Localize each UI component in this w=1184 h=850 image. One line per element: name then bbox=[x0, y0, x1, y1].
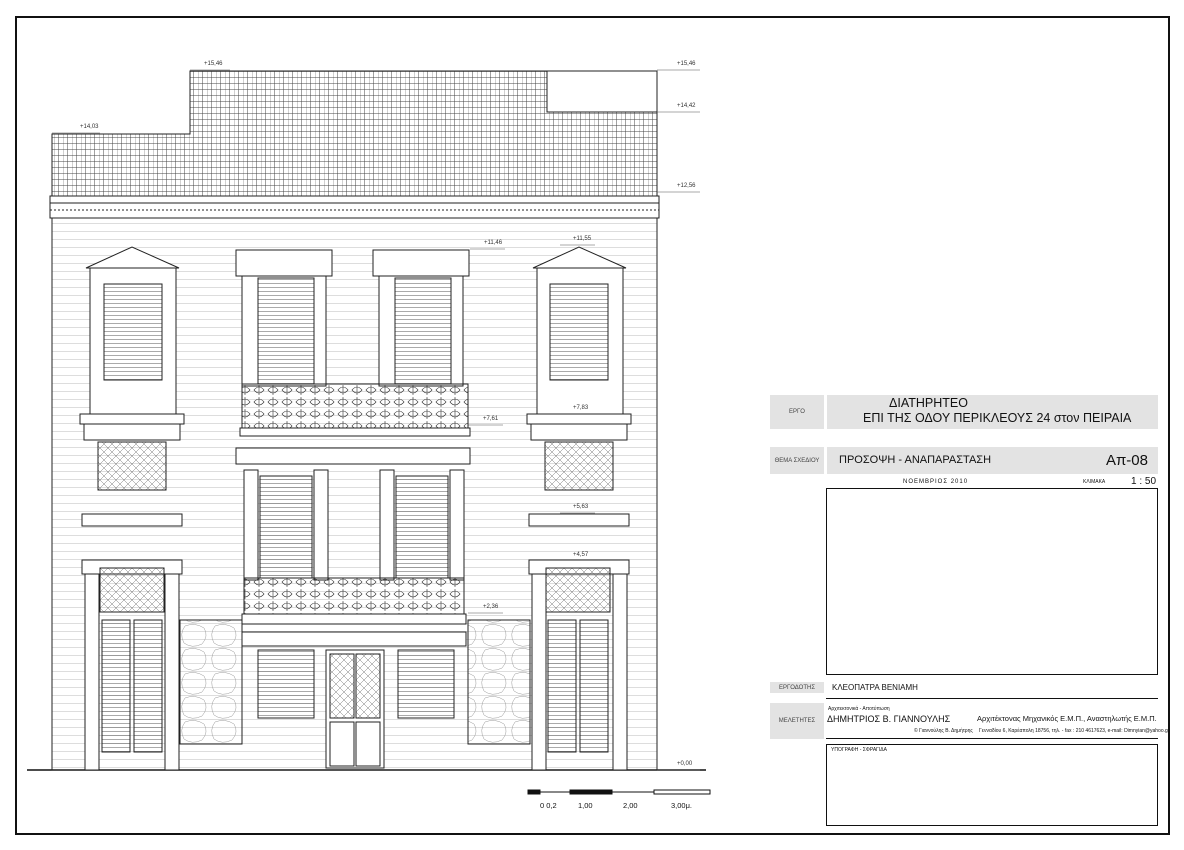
scale-value: 1 : 50 bbox=[1131, 476, 1157, 487]
divider bbox=[826, 698, 1158, 699]
elevation-label: +15,46 bbox=[677, 61, 696, 67]
scale-bar-label: 0 0,2 bbox=[540, 801, 557, 810]
elevation-label: +0,00 bbox=[677, 761, 693, 767]
elevation-label: +14,42 bbox=[677, 103, 696, 109]
project-title: ΔΙΑΤΗΡΗΤΕΟ ΕΠΙ ΤΗΣ ΟΔΟΥ ΠΕΡΙΚΛΕΟΥΣ 24 στ… bbox=[827, 395, 1158, 429]
elevation-label: +7,61 bbox=[483, 416, 499, 422]
elevation-label: +4,57 bbox=[573, 552, 589, 558]
elevation-label: +14,03 bbox=[80, 124, 99, 130]
scale-bar-label: 3,00μ. bbox=[671, 801, 693, 810]
subject-label: ΘΕΜΑ ΣΧΕΔΙΟΥ bbox=[770, 447, 824, 474]
project-label: ΕΡΓΟ bbox=[770, 395, 824, 429]
scale-bar-label: 2,00 bbox=[623, 801, 638, 810]
elevation-label: +7,83 bbox=[573, 405, 589, 411]
designer-role: Αρχιτέκτονας Μηχανικός Ε.Μ.Π., Αναστηλωτ… bbox=[977, 714, 1157, 723]
scale-bar-label: 1,00 bbox=[578, 801, 593, 810]
project-line-2: ΕΠΙ ΤΗΣ ΟΔΟΥ ΠΕΡΙΚΛΕΟΥΣ 24 στον ΠΕΙΡΑΙΑ bbox=[863, 411, 1132, 425]
owner-name: ΚΛΕΟΠΑΤΡΑ ΒΕΝΙΑΜΗ bbox=[832, 683, 918, 692]
elevation-label: +2,36 bbox=[483, 604, 499, 610]
scale-label: ΚΛΙΜΑΚΑ bbox=[1083, 479, 1106, 485]
owner-label: ΕΡΓΟΔΟΤΗΣ bbox=[770, 682, 824, 693]
date: ΝΟΕΜΒΡΙΟΣ 2010 bbox=[903, 479, 969, 485]
team-label: ΜΕΛΕΤΗΤΕΣ bbox=[770, 703, 824, 739]
address: Γενναδίου 6, Καρέαπολη 18756, τηλ. - fax… bbox=[979, 728, 1170, 734]
key-plan bbox=[826, 488, 1158, 675]
drawing-code: Απ-08 bbox=[1105, 452, 1148, 469]
divider bbox=[826, 738, 1158, 739]
elevation-label: +12,56 bbox=[677, 183, 696, 189]
team-description: Αρχιτεκτονικά - Αποτύπωση bbox=[828, 706, 890, 712]
project-line-1: ΔΙΑΤΗΡΗΤΕΟ bbox=[889, 396, 968, 410]
elevation-label: +15,46 bbox=[204, 61, 223, 67]
elevation-label: +5,63 bbox=[573, 504, 589, 510]
subject-box: ΠΡΟΣΟΨΗ - ΑΝΑΠΑΡΑΣΤΑΣΗ Απ-08 bbox=[827, 447, 1158, 474]
subject-row: ΘΕΜΑ ΣΧΕΔΙΟΥ ΠΡΟΣΟΨΗ - ΑΝΑΠΑΡΑΣΤΑΣΗ Απ-0… bbox=[770, 447, 1158, 474]
copyright: © Γιαννούλης Β. Δημήτρης bbox=[914, 728, 973, 734]
owner-row: ΕΡΓΟΔΟΤΗΣ ΚΛΕΟΠΑΤΡΑ ΒΕΝΙΑΜΗ bbox=[770, 682, 1158, 693]
signature-label: ΥΠΟΓΡΑΦΗ - ΣΦΡΑΓΙΔΑ bbox=[831, 747, 887, 753]
project-row: ΕΡΓΟ ΔΙΑΤΗΡΗΤΕΟ ΕΠΙ ΤΗΣ ΟΔΟΥ ΠΕΡΙΚΛΕΟΥΣ … bbox=[770, 395, 1158, 429]
elevation-label: +11,55 bbox=[573, 236, 592, 242]
elevation-label: +11,46 bbox=[484, 240, 503, 246]
designer-name: ΔΗΜΗΤΡΙΟΣ Β. ΓΙΑΝΝΟΥΛΗΣ bbox=[827, 714, 951, 724]
signature-box: ΥΠΟΓΡΑΦΗ - ΣΦΡΑΓΙΔΑ bbox=[826, 744, 1158, 826]
